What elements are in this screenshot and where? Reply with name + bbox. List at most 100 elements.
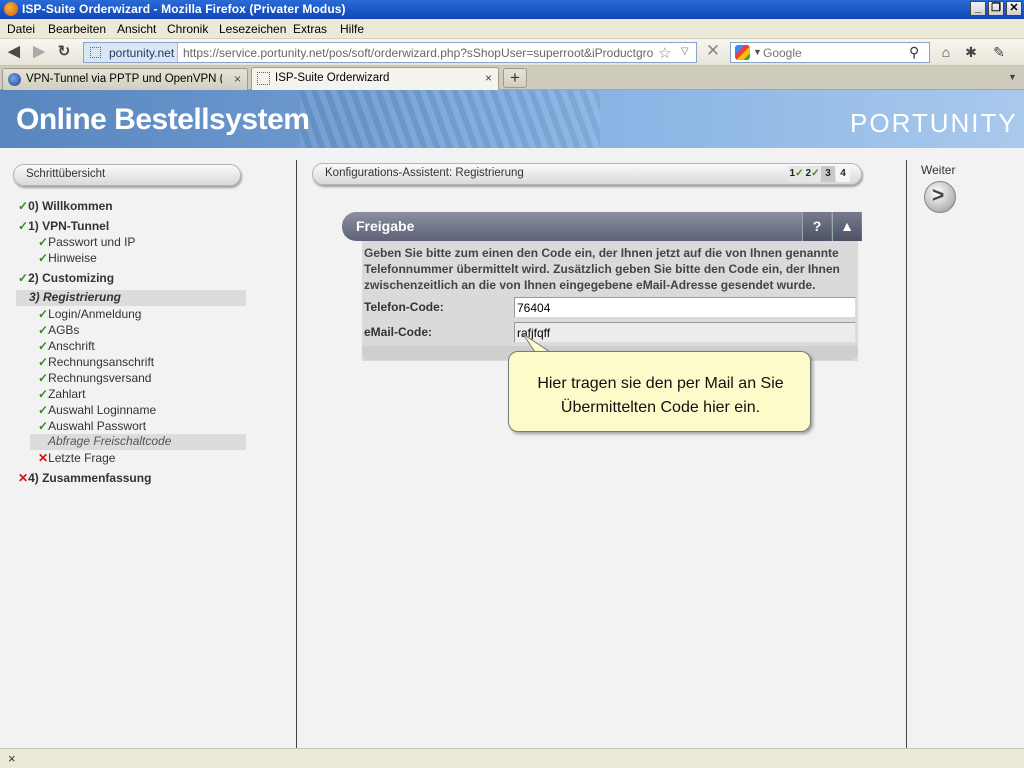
search-engine-dropdown-icon[interactable]: ▼ [753,47,762,57]
email-code-input[interactable] [514,322,856,343]
cross-icon: ✕ [38,451,49,465]
url-history-dropdown-icon[interactable]: ▽ [681,46,689,57]
telefon-code-label: Telefon-Code: [364,300,444,314]
telefon-code-row: Telefon-Code: [362,295,858,319]
stop-icon[interactable]: ✕ [704,41,722,61]
tab-label: ISP-Suite Orderwizard [275,72,390,84]
step-item-agbs[interactable]: ✓AGBs [38,323,79,337]
tab-favicon-icon [8,73,21,86]
assistant-title: Konfigurations-Assistent: Registrierung [325,167,524,179]
check-icon: ✓ [38,355,49,369]
panel-body: Geben Sie bitte zum einen den Code ein, … [362,241,858,361]
check-icon: ✓ [38,387,49,401]
step-item-rechnungsanschrift[interactable]: ✓Rechnungsanschrift [38,355,154,369]
step-item-abfrage-freischaltcode[interactable]: Abfrage Freischaltcode [30,434,246,450]
check-icon: ✓ [38,419,49,433]
arrow-right-icon: > [932,184,945,207]
right-column-divider [906,160,907,748]
search-bar[interactable]: ▼ ⚲ [730,42,930,63]
sidebar-divider [296,160,297,748]
url-text[interactable]: https://service.portunity.net/pos/soft/o… [183,46,653,60]
check-icon: ✓ [18,199,29,213]
tooltip: Hier tragen sie den per Mail an Sie Über… [508,351,811,432]
menu-ansicht[interactable]: Ansicht [117,22,156,36]
banner-headline: Online Bestellsystem [16,103,310,136]
close-window-button[interactable]: ✕ [1006,1,1022,16]
forward-icon[interactable]: ▶ [30,43,48,61]
step-item-zusammenfassung[interactable]: ✕4) Zusammenfassung [18,471,151,485]
tab-vpn-tunnel[interactable]: VPN-Tunnel via PPTP und OpenVPN (Tarif..… [2,68,248,90]
search-magnifier-icon[interactable]: ⚲ [909,44,919,61]
menu-extras[interactable]: Extras [293,22,327,36]
url-bar[interactable]: portunity.net https://service.portunity.… [83,42,697,63]
step-item-willkommen[interactable]: ✓0) Willkommen [18,199,113,213]
page-content: Schrittübersicht ✓0) Willkommen ✓1) VPN-… [0,148,1024,748]
window-titlebar: ISP-Suite Orderwizard - Mozilla Firefox … [0,0,1024,19]
weiter-label[interactable]: Weiter [921,163,955,177]
page-icon [90,47,101,58]
check-icon: ✓ [18,219,29,233]
step-item-zahlart[interactable]: ✓Zahlart [38,387,85,401]
step-item-auswahl-passwort[interactable]: ✓Auswahl Passwort [38,419,146,433]
google-icon[interactable] [735,45,750,60]
email-code-label: eMail-Code: [364,325,433,339]
reload-icon[interactable]: ↻ [55,43,73,61]
panel-description: Geben Sie bitte zum einen den Code ein, … [364,246,840,292]
step-item-auswahl-loginname[interactable]: ✓Auswahl Loginname [38,403,156,417]
panel-header: Freigabe ? ▲ [342,212,862,241]
check-icon: ✓ [38,251,49,265]
assistant-header: Konfigurations-Assistent: Registrierung [312,163,862,185]
window-title: ISP-Suite Orderwizard - Mozilla Firefox … [22,2,346,16]
tab-close-icon[interactable]: × [485,71,492,85]
sidebar-header-label: Schrittübersicht [26,168,106,180]
collapse-button[interactable]: ▲ [832,212,861,241]
tab-orderwizard[interactable]: ISP-Suite Orderwizard × [251,67,499,90]
site-identity[interactable]: portunity.net [84,43,178,62]
step-item-anschrift[interactable]: ✓Anschrift [38,339,95,353]
new-tab-button[interactable]: + [503,68,527,88]
help-button[interactable]: ? [802,212,831,241]
menu-datei[interactable]: Datei [7,22,35,36]
telefon-code-input[interactable] [514,297,856,318]
step-item-registrierung[interactable]: 3) Registrierung [16,290,246,306]
step-item-hinweise[interactable]: ✓Hinweise [38,251,97,265]
check-icon: ✓ [38,235,49,249]
menu-hilfe[interactable]: Hilfe [340,22,364,36]
bookmark-star-icon[interactable]: ☆ [658,44,671,62]
check-icon: ✓ [38,371,49,385]
tooltip-text: Hier tragen sie den per Mail an Sie Über… [537,375,784,416]
step-item-vpn-tunnel[interactable]: ✓1) VPN-Tunnel [18,219,109,233]
check-icon: ✓ [18,271,29,285]
check-icon: ✓ [38,403,49,417]
check-icon: ✓ [38,307,49,321]
tab-favicon-icon [257,72,270,85]
menu-chronik[interactable]: Chronik [167,22,208,36]
home-icon[interactable]: ⌂ [937,43,955,61]
page-banner: Online Bestellsystem PORTUNITY [0,90,1024,148]
tab-list-dropdown-icon[interactable]: ▼ [1008,72,1017,82]
maximize-button[interactable]: ❐ [988,1,1004,16]
tools-icon[interactable]: ✎ [990,43,1008,61]
check-icon: ✓ [811,168,820,179]
statusbar-close-icon[interactable]: × [8,751,16,766]
tab-label: VPN-Tunnel via PPTP und OpenVPN (Tarif..… [26,73,222,85]
menu-bearbeiten[interactable]: Bearbeiten [48,22,106,36]
addon-bug-icon[interactable]: ✱ [962,43,980,61]
portunity-logo[interactable]: PORTUNITY [850,108,1018,139]
tab-close-icon[interactable]: × [234,72,241,86]
site-name: portunity.net [109,46,175,60]
weiter-button[interactable]: > [924,181,956,213]
banner-artwork [300,90,600,148]
minimize-button[interactable]: _ [970,1,986,16]
search-input[interactable] [763,44,903,61]
step-item-letzte-frage[interactable]: ✕Letzte Frage [38,451,115,465]
menu-lesezeichen[interactable]: Lesezeichen [219,22,286,36]
step-indicator-3: 3 [821,166,835,182]
step-indicator-1: 1✓ [789,166,804,182]
back-icon[interactable]: ◀ [5,43,23,61]
cross-icon: ✕ [18,471,29,485]
step-item-customizing[interactable]: ✓2) Customizing [18,271,114,285]
step-item-passwort-ip[interactable]: ✓Passwort und IP [38,235,135,249]
step-item-login-anmeldung[interactable]: ✓Login/Anmeldung [38,307,141,321]
step-item-rechnungsversand[interactable]: ✓Rechnungsversand [38,371,151,385]
